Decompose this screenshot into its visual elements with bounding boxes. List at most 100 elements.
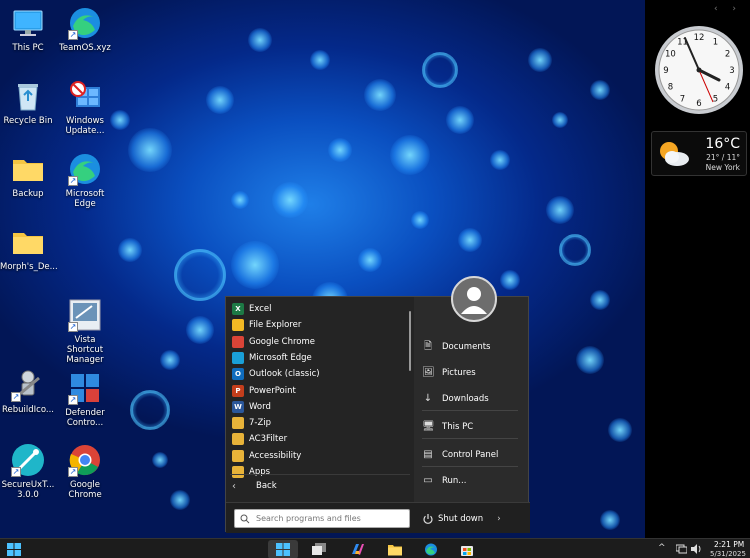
bokeh-spot bbox=[231, 241, 279, 289]
bokeh-spot bbox=[160, 350, 180, 370]
places-label: Control Panel bbox=[442, 450, 499, 460]
clock-gadget[interactable]: 12 1234567891011 bbox=[653, 24, 745, 116]
tray-overflow-chevron-icon[interactable]: ^ bbox=[658, 543, 666, 553]
user-avatar[interactable] bbox=[451, 276, 497, 322]
defender-control-icon: ↗ bbox=[68, 371, 102, 405]
clock-number: 8 bbox=[668, 83, 673, 93]
power-icon bbox=[423, 514, 433, 524]
program-item[interactable]: Google Chrome bbox=[232, 334, 315, 350]
pictures-icon: 🖼 bbox=[422, 367, 435, 378]
shortcut-arrow-icon: ↗ bbox=[68, 467, 78, 477]
desktop-icon-secureuxtheme[interactable]: ↗ SecureUxT... 3.0.0 bbox=[0, 443, 56, 500]
chrome-icon bbox=[232, 335, 244, 348]
programs-scrollbar[interactable] bbox=[409, 311, 411, 371]
bokeh-spot bbox=[546, 196, 574, 224]
search-box[interactable] bbox=[234, 509, 410, 528]
sidebar-nav-arrows[interactable]: ‹ › bbox=[714, 4, 742, 14]
program-item[interactable]: AC3Filter bbox=[232, 431, 287, 447]
clock-number: 2 bbox=[725, 50, 730, 60]
shutdown-button[interactable]: Shut down › bbox=[422, 510, 501, 528]
program-item[interactable]: O Outlook (classic) bbox=[232, 366, 320, 382]
program-item[interactable]: Accessibility bbox=[232, 448, 301, 464]
desktop-icon-label: Google Chrome bbox=[68, 480, 102, 500]
program-label: Accessibility bbox=[249, 450, 302, 461]
shortcut-arrow-icon: ↗ bbox=[11, 467, 21, 477]
bokeh-spot bbox=[364, 79, 396, 111]
bokeh-spot bbox=[174, 249, 226, 301]
places-item[interactable]: ▤ Control Panel bbox=[422, 446, 522, 464]
desktop-icon-label: Backup bbox=[12, 189, 44, 199]
desktop-icon-this-pc[interactable]: This PC bbox=[0, 6, 56, 53]
excel-icon: X bbox=[232, 303, 244, 315]
desktop-icon-defender-control[interactable]: ↗ Defender Contro... bbox=[57, 371, 113, 428]
places-item[interactable]: ↓ Downloads bbox=[422, 390, 522, 408]
clock-number: 7 bbox=[680, 95, 685, 105]
edge-icon bbox=[232, 351, 244, 364]
clock-number: 5 bbox=[713, 95, 718, 105]
folder-icon bbox=[232, 466, 244, 478]
bokeh-spot bbox=[358, 248, 382, 272]
shortcut-arrow-icon: ↗ bbox=[68, 176, 78, 186]
desktop-icon-teamos[interactable]: ↗ TeamOS.xyz bbox=[57, 6, 113, 53]
bokeh-spot bbox=[590, 290, 610, 310]
shutdown-label: Shut down bbox=[438, 514, 484, 524]
user-icon bbox=[461, 287, 487, 314]
tray-date[interactable]: 5/31/2025 bbox=[710, 550, 746, 558]
bokeh-spot bbox=[608, 418, 632, 442]
folder-icon bbox=[232, 449, 244, 462]
vista-shortcut-manager-icon: ↗ bbox=[68, 298, 102, 332]
bokeh-spot bbox=[310, 50, 330, 70]
clock-number: 3 bbox=[729, 66, 734, 76]
program-item[interactable]: 7-Zip bbox=[232, 415, 271, 431]
desktop-icon-google-chrome[interactable]: ↗ Google Chrome bbox=[57, 443, 113, 500]
start-menu-footer: Shut down › bbox=[226, 502, 530, 533]
places-item[interactable]: 🖼 Pictures bbox=[422, 364, 522, 382]
divider bbox=[230, 474, 410, 475]
back-label: Back bbox=[256, 481, 277, 491]
desktop-icon-rebuildicon[interactable]: ↗ RebuildIco... bbox=[0, 368, 56, 415]
volume-icon[interactable] bbox=[691, 544, 702, 554]
downloads-icon: ↓ bbox=[423, 393, 433, 404]
places-label: Run... bbox=[442, 476, 467, 486]
teamos-icon: ↗ bbox=[68, 6, 102, 40]
tray-time[interactable]: 2:21 PM bbox=[714, 540, 744, 549]
desktop-icon-label: Defender Contro... bbox=[65, 408, 105, 428]
bokeh-spot bbox=[152, 452, 168, 468]
weather-gadget[interactable]: 16°C 21° / 11° New York bbox=[651, 131, 747, 176]
weather-range: 21° / 11° bbox=[706, 153, 740, 162]
places-item[interactable]: ▭ Run... bbox=[422, 472, 522, 490]
back-button[interactable]: ‹ Back bbox=[232, 478, 277, 494]
program-item[interactable]: File Explorer bbox=[232, 317, 301, 333]
desktop-icon-vista-shortcut-manager[interactable]: ↗ Vista Shortcut Manager bbox=[57, 298, 113, 365]
desktop-icon-backup[interactable]: Backup bbox=[0, 152, 56, 199]
program-item[interactable]: X Excel bbox=[232, 301, 272, 317]
chevron-right-icon[interactable]: › bbox=[497, 514, 501, 524]
bokeh-spot bbox=[422, 52, 458, 88]
divider bbox=[422, 466, 518, 467]
desktop-icon-microsoft-edge[interactable]: ↗ Microsoft Edge bbox=[57, 152, 113, 209]
secureuxtheme-icon: ↗ bbox=[11, 443, 45, 477]
places-item[interactable]: 🖥 This PC bbox=[422, 418, 522, 436]
program-item[interactable]: Microsoft Edge bbox=[232, 350, 312, 366]
shortcut-arrow-icon: ↗ bbox=[68, 322, 78, 332]
places-item[interactable]: 🗎 Documents bbox=[422, 338, 522, 356]
weather-city: New York bbox=[705, 163, 740, 172]
clock-number: 4 bbox=[725, 83, 730, 93]
this-pc-icon: 🖥 bbox=[422, 421, 435, 432]
program-item[interactable]: W Word bbox=[232, 399, 271, 415]
desktop-icon-label: Morph's_De... bbox=[0, 262, 58, 272]
desktop-icon-windows-update[interactable]: Windows Update... bbox=[57, 79, 113, 136]
bokeh-spot bbox=[328, 138, 352, 162]
search-input[interactable] bbox=[256, 514, 406, 523]
program-item[interactable]: P PowerPoint bbox=[232, 383, 296, 399]
network-icon[interactable] bbox=[676, 544, 687, 554]
desktop-icon-morphs[interactable]: Morph's_De... bbox=[0, 225, 58, 272]
bokeh-spot bbox=[186, 316, 214, 344]
program-label: Excel bbox=[249, 304, 272, 314]
program-label: Microsoft Edge bbox=[249, 352, 312, 363]
desktop-icon-recycle-bin[interactable]: Recycle Bin bbox=[0, 79, 56, 126]
desktop-icon-label: Vista Shortcut Manager bbox=[66, 335, 104, 365]
bokeh-spot bbox=[272, 182, 308, 218]
bokeh-spot bbox=[128, 128, 172, 172]
all-programs-list: X Excel File Explorer Google Chrome Microsof… bbox=[226, 297, 414, 502]
